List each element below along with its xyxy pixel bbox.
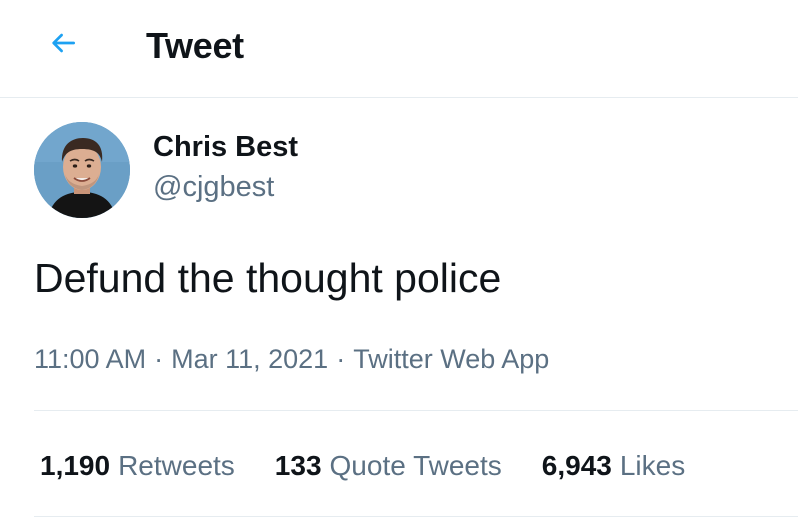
meta-separator: · [154,344,164,374]
arrow-left-icon [47,27,79,64]
tweet-time[interactable]: 11:00 AM [34,339,146,379]
likes-label: Likes [619,450,686,481]
tweet-source[interactable]: Twitter Web App [353,339,549,379]
divider [34,410,798,411]
top-bar: Tweet [0,0,798,98]
retweets-label: Retweets [118,450,235,481]
quote-tweets-stat[interactable]: 133 Quote Tweets [275,450,502,482]
author-handle[interactable]: @cjgbest [153,170,274,204]
likes-stat[interactable]: 6,943 Likes [542,450,685,482]
divider [34,516,798,517]
tweet-metadata: 11:00 AM · Mar 11, 2021 · Twitter Web App [34,339,549,379]
retweets-stat[interactable]: 1,190 Retweets [40,450,235,482]
author-display-name[interactable]: Chris Best [153,130,298,164]
page-title: Tweet [146,25,244,66]
avatar[interactable] [34,122,130,218]
tweet-stats: 1,190 Retweets 133 Quote Tweets 6,943 Li… [40,444,685,488]
likes-count: 6,943 [541,450,612,481]
meta-separator: · [336,344,346,374]
quote-tweets-label: Quote Tweets [329,450,502,481]
quote-tweets-count: 133 [274,450,322,481]
back-button[interactable] [38,22,88,68]
tweet-text: Defund the thought police [34,255,502,301]
retweets-count: 1,190 [40,450,111,481]
tweet-date[interactable]: Mar 11, 2021 [171,339,328,379]
